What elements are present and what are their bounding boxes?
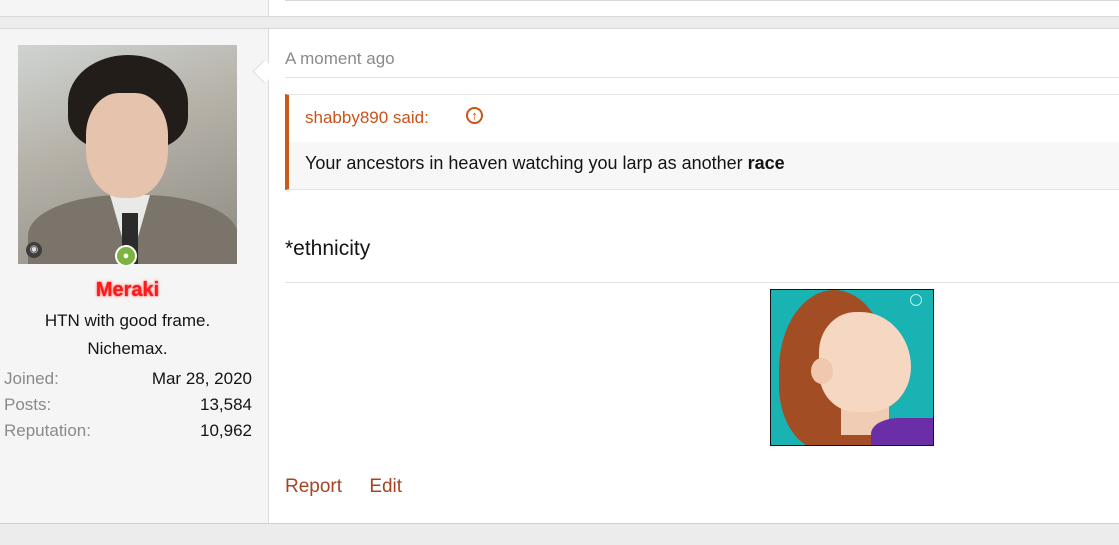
arrow-up-circle-icon[interactable]: ↑ bbox=[466, 107, 483, 124]
previous-post bbox=[0, 0, 1119, 17]
sig-face bbox=[819, 312, 911, 412]
sig-shirt bbox=[871, 418, 933, 445]
stat-label: Posts: bbox=[4, 395, 52, 414]
stat-joined: Joined: Mar 28, 2020 bbox=[4, 369, 252, 389]
sparkle-icon bbox=[910, 294, 922, 306]
user-title-line-1: HTN with good frame. bbox=[44, 311, 211, 330]
signature-image bbox=[770, 289, 934, 446]
user-column: ◉ ● Meraki HTN with good frame. Nichemax… bbox=[0, 29, 269, 523]
previous-post-user-column bbox=[0, 0, 269, 16]
post: ◉ ● Meraki HTN with good frame. Nichemax… bbox=[0, 28, 1119, 524]
quote-text-bold: race bbox=[747, 153, 785, 173]
previous-post-divider bbox=[285, 0, 1119, 1]
quote-author[interactable]: shabby890 said: bbox=[305, 108, 429, 128]
user-title-line-2: Nichemax. bbox=[87, 339, 168, 358]
user-online-icon: ● bbox=[115, 245, 137, 267]
post-body: *ethnicity bbox=[285, 237, 371, 260]
quote-text: Your ancestors in heaven watching you la… bbox=[305, 153, 785, 174]
camera-icon: ◉ bbox=[26, 242, 42, 258]
quote-text-main: Your ancestors in heaven watching you la… bbox=[305, 153, 748, 173]
username[interactable]: Meraki bbox=[0, 279, 255, 302]
stat-posts: Posts: 13,584 bbox=[4, 395, 252, 415]
stat-value: 10,962 bbox=[200, 421, 252, 440]
post-content: A moment ago shabby890 said: ↑ Your ance… bbox=[285, 29, 1119, 523]
stat-reputation: Reputation: 10,962 bbox=[4, 421, 252, 441]
avatar-face bbox=[86, 93, 168, 198]
quote-block: shabby890 said: ↑ Your ancestors in heav… bbox=[285, 94, 1119, 190]
post-actions: Report Edit bbox=[285, 476, 424, 498]
edit-link[interactable]: Edit bbox=[369, 476, 402, 497]
report-link[interactable]: Report bbox=[285, 476, 342, 497]
stat-value: 13,584 bbox=[200, 395, 252, 414]
stat-value: Mar 28, 2020 bbox=[151, 369, 252, 388]
stat-label: Reputation: bbox=[4, 421, 91, 440]
signature-divider bbox=[285, 282, 1119, 283]
avatar[interactable]: ◉ bbox=[18, 45, 237, 264]
post-timestamp[interactable]: A moment ago bbox=[285, 49, 395, 69]
timestamp-divider bbox=[285, 77, 1119, 78]
quote-header: shabby890 said: ↑ bbox=[289, 95, 1119, 142]
stat-label: Joined: bbox=[4, 369, 59, 388]
sig-ear bbox=[811, 358, 833, 384]
